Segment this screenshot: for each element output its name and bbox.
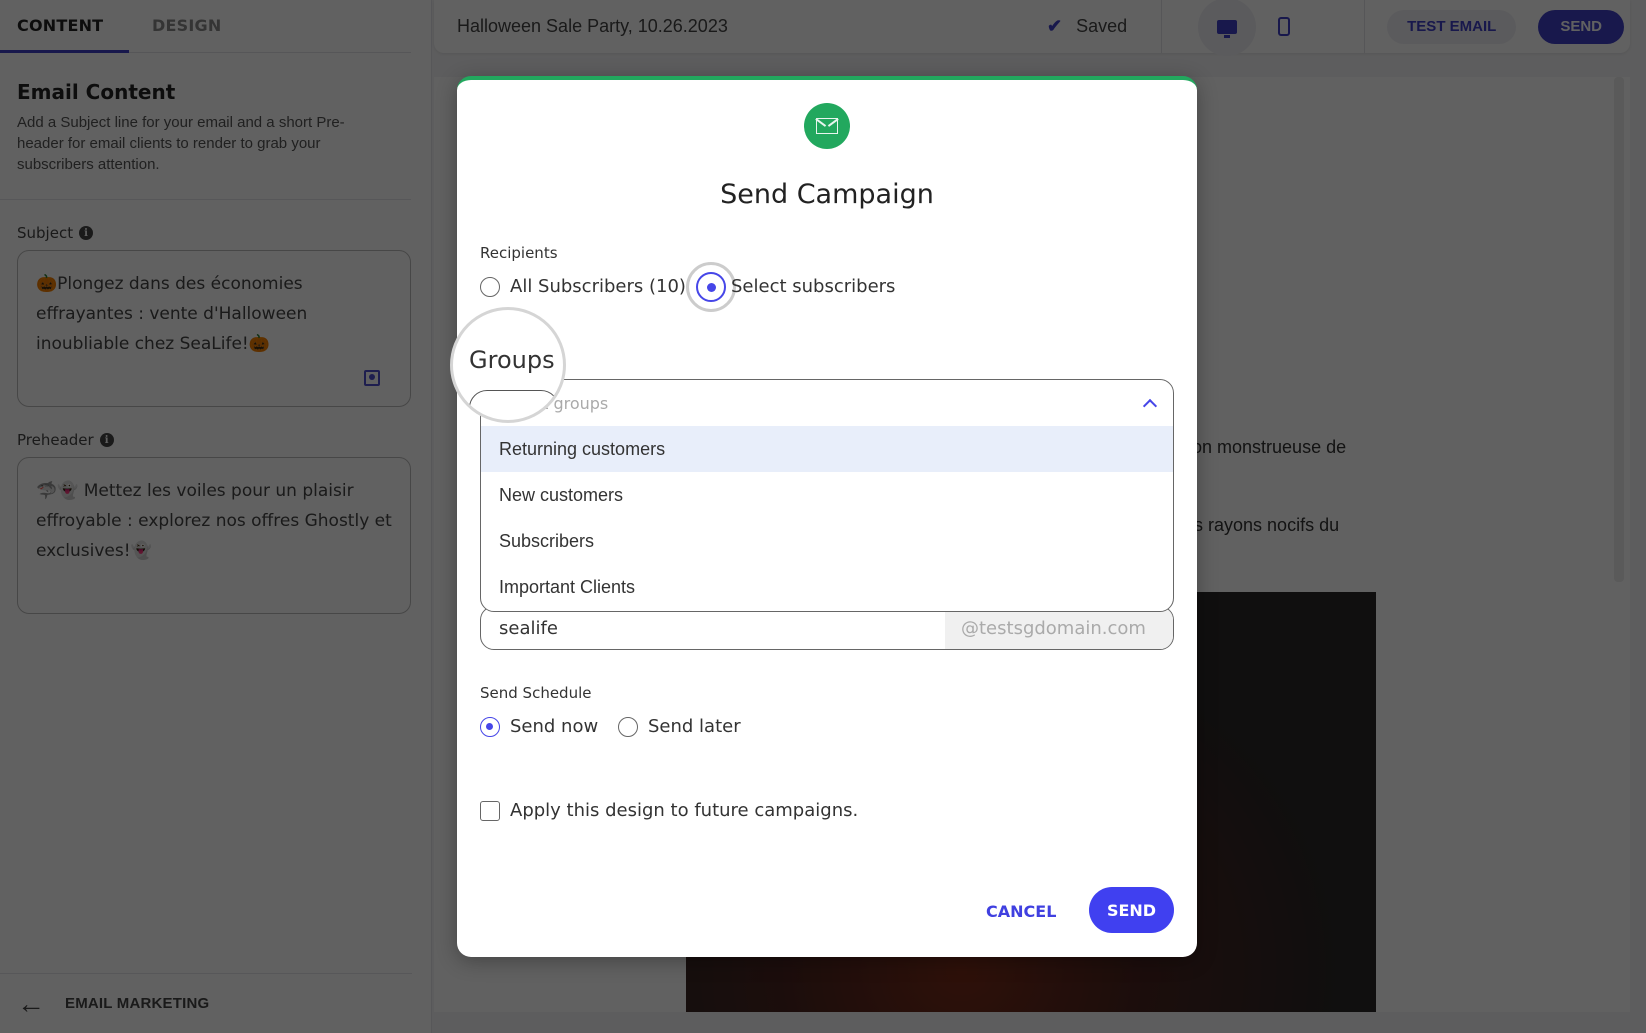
radio-button[interactable] xyxy=(696,272,726,302)
group-option[interactable]: Returning customers xyxy=(481,426,1173,472)
magnified-field-corner xyxy=(469,390,559,420)
group-option[interactable]: Important Clients xyxy=(481,564,1173,610)
radio-label: Select subscribers xyxy=(731,276,896,297)
radio-label: All Subscribers (10) xyxy=(510,276,686,297)
apply-design-label: Apply this design to future campaigns. xyxy=(510,800,859,821)
send-button[interactable]: SEND xyxy=(1089,887,1174,933)
groups-label-magnifier: Groups xyxy=(450,307,566,423)
radio-send-now[interactable]: Send now xyxy=(480,716,598,737)
send-schedule-label: Send Schedule xyxy=(480,684,592,702)
modal-icon-circle xyxy=(804,103,850,149)
radio-all-subscribers[interactable]: All Subscribers (10) xyxy=(480,276,686,297)
radio-send-later[interactable]: Send later xyxy=(618,716,741,737)
modal-title: Send Campaign xyxy=(720,179,934,210)
send-campaign-modal: Send Campaign Recipients All Subscribers… xyxy=(450,76,1197,957)
recipients-label: Recipients xyxy=(480,244,558,262)
radio-label: Send later xyxy=(648,716,741,737)
group-option[interactable]: New customers xyxy=(481,472,1173,518)
sender-local-part[interactable]: sealife xyxy=(481,607,945,649)
radio-select-subscribers-focus[interactable] xyxy=(686,262,736,312)
radio-select-subscribers[interactable]: Select subscribers xyxy=(731,276,895,297)
radio-button[interactable] xyxy=(480,716,500,737)
envelope-icon xyxy=(816,118,838,134)
cancel-button[interactable]: CANCEL xyxy=(986,902,1056,921)
chevron-up-icon[interactable] xyxy=(1142,398,1158,414)
sender-email-field[interactable]: sealife @testsgdomain.com xyxy=(480,606,1174,650)
group-option[interactable]: Subscribers xyxy=(481,518,1173,564)
groups-label: Groups xyxy=(469,346,555,374)
sender-domain: @testsgdomain.com xyxy=(945,607,1173,649)
radio-button[interactable] xyxy=(480,276,500,297)
radio-label: Send now xyxy=(510,716,599,737)
apply-design-checkbox-row[interactable]: Apply this design to future campaigns. xyxy=(480,800,858,821)
groups-select-header[interactable]: Select groups xyxy=(481,380,1173,426)
apply-design-checkbox[interactable] xyxy=(480,800,500,821)
radio-button[interactable] xyxy=(618,716,638,737)
groups-select[interactable]: Select groups Returning customers New cu… xyxy=(480,379,1174,612)
